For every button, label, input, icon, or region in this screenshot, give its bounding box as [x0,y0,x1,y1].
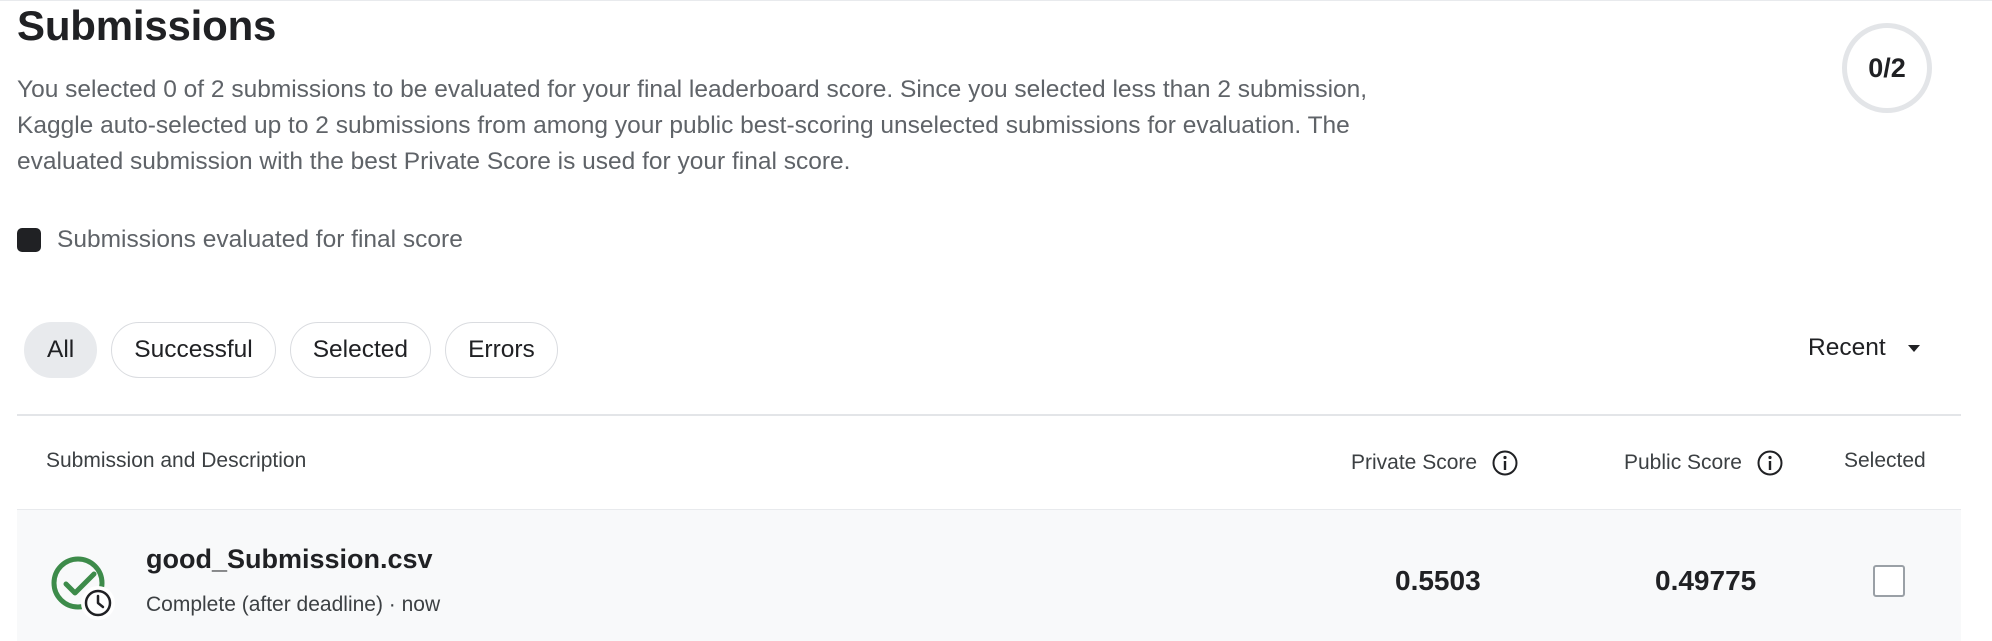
header-divider [17,414,1961,416]
sort-dropdown[interactable]: Recent [1808,334,1920,362]
legend-swatch [17,228,41,252]
filter-successful[interactable]: Successful [111,322,276,378]
filter-all[interactable]: All [24,322,98,378]
filter-chips: All Successful Selected Errors [24,322,572,378]
select-submission-checkbox[interactable] [1873,565,1905,597]
column-header-selected: Selected [1844,449,1926,473]
complete-late-icon [51,556,115,620]
public-score-value: 0.49775 [1655,565,1757,596]
private-score-value: 0.5503 [1395,565,1481,596]
sort-label: Recent [1808,334,1886,361]
info-icon[interactable] [1491,449,1519,477]
column-header-private-score: Private Score [1351,449,1519,477]
submission-status: Complete (after deadline) · now [146,593,441,616]
info-icon[interactable] [1756,449,1784,477]
selection-description: You selected 0 of 2 submissions to be ev… [17,76,1368,175]
top-border [0,0,1992,1]
column-header-submission: Submission and Description [46,449,306,473]
legend: Submissions evaluated for final score [17,226,463,254]
column-header-submission-label: Submission and Description [46,449,307,472]
legend-label: Submissions evaluated for final score [57,226,463,253]
selection-counter: 0/2 [1842,23,1932,113]
page-title: Submissions [17,2,277,49]
column-header-selected-label: Selected [1844,449,1926,472]
filter-errors[interactable]: Errors [445,322,558,378]
submission-file-name[interactable]: good_Submission.csv [146,544,433,575]
column-header-private-score-label: Private Score [1351,451,1478,474]
column-header-public-score-label: Public Score [1624,451,1742,474]
caret-down-icon [1907,344,1920,352]
column-header-public-score: Public Score [1624,449,1784,477]
filter-selected[interactable]: Selected [289,322,432,378]
